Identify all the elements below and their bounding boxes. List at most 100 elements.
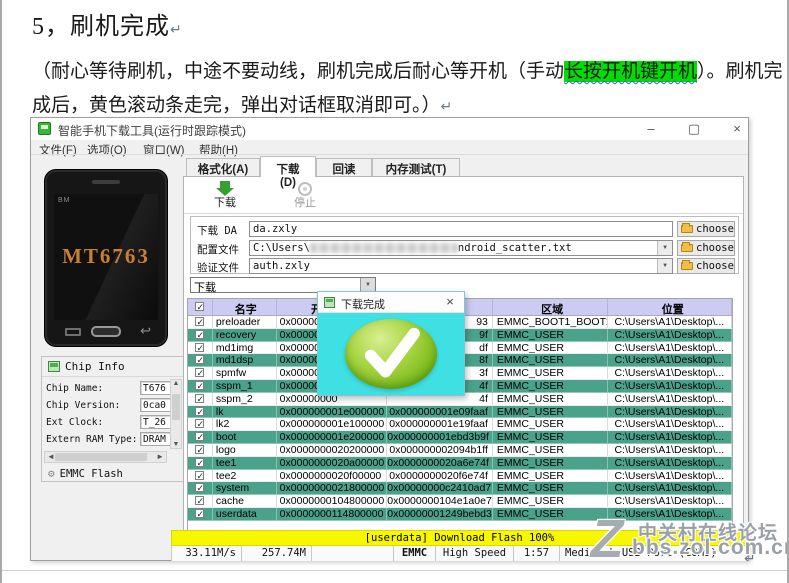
chevron-down-icon[interactable]: ▼ <box>657 259 672 273</box>
dialog-titlebar[interactable]: 下载完成 × <box>318 292 464 313</box>
titlebar[interactable]: 智能手机下载工具(运行时跟踪模式) – ▢ × <box>31 118 748 140</box>
row-checkbox-cell[interactable]: ✓ <box>188 418 213 431</box>
row-checkbox-cell[interactable]: ✓ <box>188 431 213 443</box>
row-checkbox[interactable]: ✓ <box>195 496 205 506</box>
header-checkbox[interactable]: ✓ <box>195 302 205 312</box>
menu-separator <box>31 154 748 155</box>
horizontal-scrollbar[interactable]: ◄ ► <box>44 451 167 463</box>
chevron-down-icon[interactable]: ▼ <box>657 241 672 255</box>
choose-auth-button[interactable]: choose <box>677 258 735 274</box>
scroll-down-icon[interactable]: ▼ <box>171 441 181 448</box>
end-address: 0x000000001ebd3b9f <box>387 431 493 443</box>
tab-memory-test[interactable]: 内存测试(T) <box>372 158 460 177</box>
row-checkbox[interactable]: ✓ <box>195 483 205 493</box>
row-checkbox-cell[interactable]: ✓ <box>188 443 213 456</box>
tab-format[interactable]: 格式化(A) <box>186 158 260 177</box>
region: EMMC_USER <box>493 495 609 507</box>
scatter-file-label: 配置文件 <box>197 244 239 256</box>
row-checkbox[interactable]: ✓ <box>195 470 205 480</box>
chip-field-row: Extern RAM Type: DRAM <box>46 432 174 449</box>
row-checkbox[interactable]: ✓ <box>195 508 205 518</box>
start-address: 0x0000000021800000 <box>277 482 388 495</box>
table-row[interactable]: ✓ system 0x0000000021800000 0x00000000c2… <box>188 482 732 496</box>
header-region[interactable]: 区域 <box>493 299 609 315</box>
row-checkbox[interactable]: ✓ <box>195 419 205 429</box>
table-row[interactable]: ✓ lk 0x000000001e000000 0x000000001e09fa… <box>188 405 732 419</box>
row-checkbox-cell[interactable]: ✓ <box>188 482 213 495</box>
file-location: C:\Users\A1\Desktop\... <box>608 443 732 456</box>
row-checkbox-cell[interactable]: ✓ <box>188 469 213 482</box>
row-checkbox-cell[interactable]: ✓ <box>188 354 213 367</box>
row-checkbox-cell[interactable]: ✓ <box>188 328 213 341</box>
table-row[interactable]: ✓ userdata 0x0000000114800000 0x00000001… <box>188 507 732 521</box>
region: EMMC_USER <box>493 392 609 405</box>
chevron-down-icon[interactable]: ▼ <box>360 278 375 292</box>
file-location: C:\Users\A1\Desktop\... <box>608 405 732 418</box>
row-checkbox[interactable]: ✓ <box>195 457 205 467</box>
row-checkbox-cell[interactable]: ✓ <box>188 456 213 469</box>
region: EMMC_USER <box>493 431 609 443</box>
chip-field-value: DRAM <box>140 432 174 446</box>
phone-image: BM MT6763 ↩ <box>44 169 168 347</box>
row-checkbox-cell[interactable]: ✓ <box>188 367 213 379</box>
row-checkbox-cell[interactable]: ✓ <box>188 405 213 418</box>
row-checkbox[interactable]: ✓ <box>195 355 205 365</box>
scroll-up-icon[interactable]: ▲ <box>171 380 181 387</box>
chip-info-title: Chip Info <box>65 360 125 373</box>
row-checkbox-cell[interactable]: ✓ <box>188 316 213 328</box>
vertical-scrollbar[interactable]: ▲ ▼ <box>170 379 182 449</box>
row-checkbox[interactable]: ✓ <box>195 432 205 442</box>
chip-info-header: Chip Info <box>42 357 183 377</box>
row-checkbox[interactable]: ✓ <box>195 329 205 339</box>
tab-readback[interactable]: 回读(R) <box>316 158 372 189</box>
row-checkbox[interactable]: ✓ <box>195 380 205 390</box>
row-checkbox-cell[interactable]: ✓ <box>188 392 213 405</box>
header-location[interactable]: 位置 <box>608 299 732 315</box>
choose-da-button[interactable]: choose <box>677 221 735 237</box>
scatter-file-combo[interactable]: C:\Users\ ndroid_scatter.txt ▼ <box>249 240 673 256</box>
tab-bar: 格式化(A) 下载(D) 回读(R) 内存测试(T) <box>186 156 460 189</box>
scroll-left-icon[interactable]: ◄ <box>47 452 55 461</box>
table-row[interactable]: ✓ boot 0x000000001e200000 0x000000001ebd… <box>188 431 732 444</box>
auth-file-value: auth.zxly <box>253 260 310 272</box>
row-checkbox[interactable]: ✓ <box>195 444 205 454</box>
partition-name: userdata <box>213 507 277 520</box>
choose-scatter-button[interactable]: choose <box>677 240 735 256</box>
chip-model-label: MT6763 <box>62 244 150 268</box>
download-agent-input[interactable]: da.zxly <box>249 221 673 237</box>
success-check-icon <box>345 319 437 389</box>
maximize-button[interactable]: ▢ <box>679 120 709 138</box>
header-name[interactable]: 名字 <box>213 299 277 315</box>
close-button[interactable]: × <box>722 120 752 138</box>
menu-options[interactable]: 选项(O) <box>87 142 127 158</box>
table-row[interactable]: ✓ tee1 0x0000000020a00000 0x0000000020a6… <box>188 456 732 470</box>
chip-info-panel: Chip Info Chip Name: T676 Chip Version: 0c… <box>41 356 184 482</box>
menu-window[interactable]: 窗口(W) <box>143 142 185 158</box>
scroll-right-icon[interactable]: ► <box>156 452 164 461</box>
row-checkbox[interactable]: ✓ <box>195 368 205 378</box>
scrollbar-thumb[interactable] <box>55 453 147 461</box>
paragraph-mark: ↵ <box>744 551 756 567</box>
region: EMMC_USER <box>493 507 609 520</box>
minimize-button[interactable]: – <box>636 120 666 138</box>
table-row[interactable]: ✓ tee2 0x0000000020f00000 0x0000000020f6… <box>188 469 732 483</box>
row-checkbox-cell[interactable]: ✓ <box>188 507 213 520</box>
auth-file-combo[interactable]: auth.zxly ▼ <box>249 258 673 274</box>
status-usb-mode: High Speed <box>435 546 513 561</box>
header-checkbox-cell[interactable]: ✓ <box>188 299 213 315</box>
row-checkbox[interactable]: ✓ <box>195 393 205 403</box>
dialog-close-button[interactable]: × <box>442 294 458 309</box>
row-checkbox[interactable]: ✓ <box>195 317 205 327</box>
row-checkbox[interactable]: ✓ <box>195 342 205 352</box>
row-checkbox-cell[interactable]: ✓ <box>188 379 213 392</box>
row-checkbox-cell[interactable]: ✓ <box>188 341 213 354</box>
download-button[interactable]: 下载 <box>202 180 248 210</box>
table-row[interactable]: ✓ lk2 0x000000001e100000 0x000000001e19f… <box>188 418 732 432</box>
table-row[interactable]: ✓ cache 0x0000000104800000 0x0000000104e… <box>188 495 732 508</box>
row-checkbox[interactable]: ✓ <box>195 406 205 416</box>
menu-file[interactable]: 文件(F) <box>39 142 77 158</box>
scrollbar-thumb[interactable] <box>172 394 180 420</box>
row-checkbox-cell[interactable]: ✓ <box>188 495 213 507</box>
tab-download[interactable]: 下载(D) <box>260 156 316 189</box>
table-row[interactable]: ✓ logo 0x0000000020200000 0x000000002094… <box>188 443 732 457</box>
